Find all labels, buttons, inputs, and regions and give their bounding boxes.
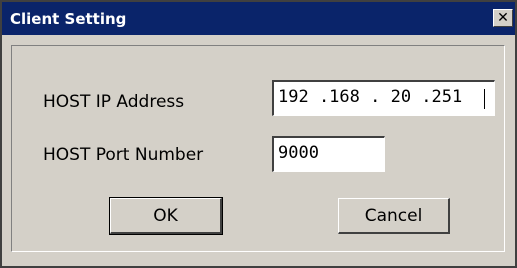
host-ip-value: 192 .168 . 20 .251: [278, 87, 463, 107]
host-ip-label: HOST IP Address: [43, 92, 185, 112]
client-setting-dialog: Client Setting ✕ HOST IP Address 192 .16…: [0, 0, 517, 268]
close-icon: ✕: [497, 10, 509, 26]
ok-button[interactable]: OK: [109, 197, 223, 235]
host-ip-field[interactable]: 192 .168 . 20 .251: [272, 80, 495, 116]
dialog-title: Client Setting: [10, 10, 127, 28]
cancel-button[interactable]: Cancel: [338, 198, 450, 234]
settings-panel: HOST IP Address 192 .168 . 20 .251 HOST …: [11, 45, 505, 252]
host-port-label: HOST Port Number: [43, 145, 204, 165]
text-caret: [484, 89, 485, 109]
close-button[interactable]: ✕: [493, 9, 513, 27]
host-port-value: 9000: [278, 143, 319, 163]
ok-button-label: OK: [153, 206, 178, 226]
host-port-field[interactable]: 9000: [272, 136, 385, 172]
title-bar[interactable]: Client Setting ✕: [2, 2, 515, 35]
cancel-button-label: Cancel: [364, 206, 423, 226]
